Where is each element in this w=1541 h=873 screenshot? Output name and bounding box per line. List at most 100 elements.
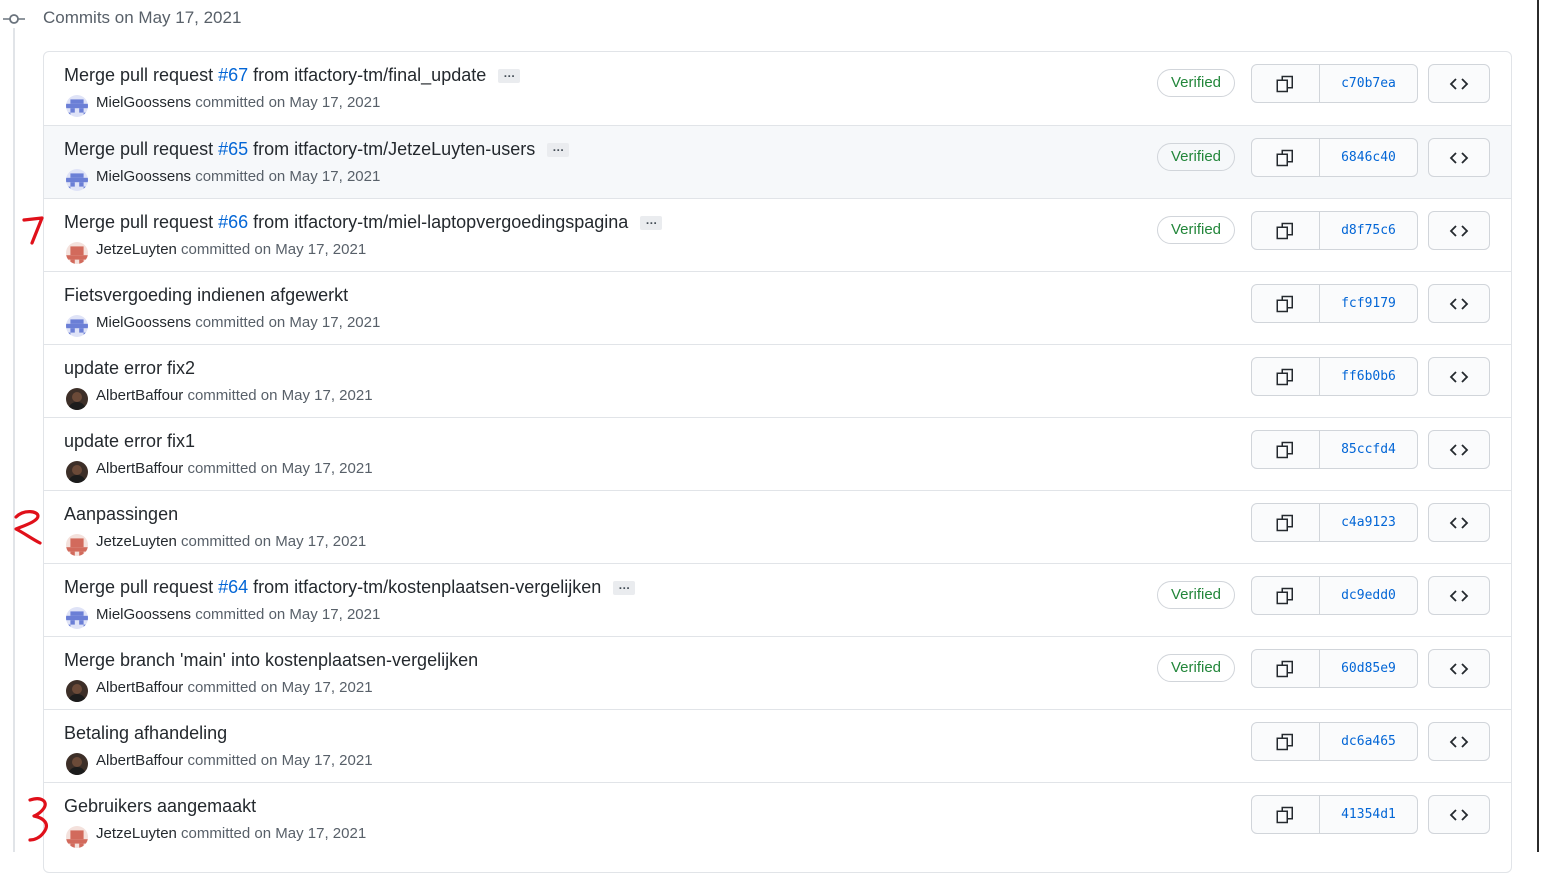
author-link[interactable]: AlbertBaffour	[96, 460, 183, 477]
commit-message[interactable]: update error fix2	[64, 358, 195, 379]
commit-message[interactable]: Gebruikers aangemaakt	[64, 796, 256, 817]
verified-badge[interactable]: Verified	[1157, 216, 1235, 244]
copy-sha-button[interactable]	[1252, 358, 1320, 395]
copy-sha-button[interactable]	[1252, 212, 1320, 249]
commit-row: Aanpassingen JetzeLuyten committed on Ma…	[44, 490, 1511, 563]
browse-repo-button[interactable]	[1428, 503, 1490, 542]
author-link[interactable]: MielGoossens	[96, 94, 191, 111]
commit-sha-link[interactable]: c4a9123	[1320, 504, 1417, 541]
sha-button-group: 6846c40	[1251, 138, 1418, 177]
commit-row: Merge pull request #67 from itfactory-tm…	[44, 52, 1511, 125]
pull-request-link[interactable]: #66	[218, 212, 248, 232]
copy-icon	[1276, 75, 1293, 92]
browse-repo-button[interactable]	[1428, 430, 1490, 469]
author-link[interactable]: AlbertBaffour	[96, 679, 183, 696]
verified-badge[interactable]: Verified	[1157, 143, 1235, 171]
copy-sha-button[interactable]	[1252, 285, 1320, 322]
commit-sha-link[interactable]: c70b7ea	[1320, 65, 1417, 102]
copy-icon	[1276, 295, 1293, 312]
code-icon	[1449, 297, 1469, 310]
commit-sha-link[interactable]: 60d85e9	[1320, 650, 1417, 687]
commit-sha-link[interactable]: dc6a465	[1320, 723, 1417, 760]
pull-request-link[interactable]: #65	[218, 139, 248, 159]
commit-sha-link[interactable]: ff6b0b6	[1320, 358, 1417, 395]
browse-repo-button[interactable]	[1428, 357, 1490, 396]
commit-message[interactable]: Merge branch 'main' into kostenplaatsen-…	[64, 650, 478, 671]
author-link[interactable]: AlbertBaffour	[96, 387, 183, 404]
commit-sha-link[interactable]: 41354d1	[1320, 796, 1417, 833]
commit-message[interactable]: Merge pull request #66 from itfactory-tm…	[64, 212, 663, 233]
commit-meta: JetzeLuyten committed on May 17, 2021	[96, 241, 367, 258]
pull-request-link[interactable]: #64	[218, 577, 248, 597]
commit-meta: AlbertBaffour committed on May 17, 2021	[96, 679, 373, 696]
author-link[interactable]: JetzeLuyten	[96, 825, 177, 842]
browse-repo-button[interactable]	[1428, 211, 1490, 250]
handwritten-annotation-1	[22, 216, 44, 245]
commit-message[interactable]: Betaling afhandeling	[64, 723, 227, 744]
copy-icon	[1276, 587, 1293, 604]
browse-repo-button[interactable]	[1428, 64, 1490, 103]
browse-repo-button[interactable]	[1428, 795, 1490, 834]
browse-repo-button[interactable]	[1428, 138, 1490, 177]
sha-button-group: ff6b0b6	[1251, 357, 1418, 396]
copy-sha-button[interactable]	[1252, 650, 1320, 687]
copy-sha-button[interactable]	[1252, 139, 1320, 176]
code-icon	[1449, 443, 1469, 456]
commit-sha-link[interactable]: d8f75c6	[1320, 212, 1417, 249]
copy-sha-button[interactable]	[1252, 723, 1320, 760]
author-link[interactable]: JetzeLuyten	[96, 533, 177, 550]
author-link[interactable]: MielGoossens	[96, 168, 191, 185]
verified-badge[interactable]: Verified	[1157, 69, 1235, 97]
commit-row: Gebruikers aangemaakt JetzeLuyten commit…	[44, 782, 1511, 855]
commit-sha-link[interactable]: fcf9179	[1320, 285, 1417, 322]
copy-sha-button[interactable]	[1252, 431, 1320, 468]
code-icon	[1449, 589, 1469, 602]
commit-sha-link[interactable]: 85ccfd4	[1320, 431, 1417, 468]
commit-row: Betaling afhandeling AlbertBaffour commi…	[44, 709, 1511, 782]
commit-sha-link[interactable]: dc9edd0	[1320, 577, 1417, 614]
sha-button-group: dc6a465	[1251, 722, 1418, 761]
commit-sha-link[interactable]: 6846c40	[1320, 139, 1417, 176]
code-icon	[1449, 151, 1469, 164]
commit-message[interactable]: Fietsvergoeding indienen afgewerkt	[64, 285, 348, 306]
commit-message[interactable]: Merge pull request #65 from itfactory-tm…	[64, 139, 570, 160]
author-link[interactable]: MielGoossens	[96, 314, 191, 331]
commit-row: update error fix1 AlbertBaffour committe…	[44, 417, 1511, 490]
code-icon	[1449, 516, 1469, 529]
commits-date-header: Commits on May 17, 2021	[43, 8, 242, 27]
browse-repo-button[interactable]	[1428, 722, 1490, 761]
browse-repo-button[interactable]	[1428, 649, 1490, 688]
sha-button-group: c70b7ea	[1251, 64, 1418, 103]
commit-meta: AlbertBaffour committed on May 17, 2021	[96, 752, 373, 769]
timeline-line	[13, 28, 15, 852]
code-icon	[1449, 224, 1469, 237]
verified-badge[interactable]: Verified	[1157, 654, 1235, 682]
commit-message[interactable]: update error fix1	[64, 431, 195, 452]
expand-message-button[interactable]: …	[547, 141, 570, 158]
code-icon	[1449, 808, 1469, 821]
pull-request-link[interactable]: #67	[218, 65, 248, 85]
expand-message-button[interactable]: …	[613, 579, 636, 596]
sha-button-group: 60d85e9	[1251, 649, 1418, 688]
browse-repo-button[interactable]	[1428, 576, 1490, 615]
commit-row: update error fix2 AlbertBaffour committe…	[44, 344, 1511, 417]
handwritten-annotation-3	[28, 797, 48, 842]
verified-badge[interactable]: Verified	[1157, 581, 1235, 609]
copy-sha-button[interactable]	[1252, 504, 1320, 541]
commit-meta: AlbertBaffour committed on May 17, 2021	[96, 460, 373, 477]
browse-repo-button[interactable]	[1428, 284, 1490, 323]
commit-message[interactable]: Merge pull request #64 from itfactory-tm…	[64, 577, 636, 598]
commit-row: Merge pull request #66 from itfactory-tm…	[44, 198, 1511, 271]
author-link[interactable]: AlbertBaffour	[96, 752, 183, 769]
commit-message[interactable]: Aanpassingen	[64, 504, 178, 525]
git-commit-icon	[3, 11, 25, 27]
expand-message-button[interactable]: …	[640, 214, 663, 231]
expand-message-button[interactable]: …	[498, 67, 521, 84]
copy-icon	[1276, 222, 1293, 239]
author-link[interactable]: JetzeLuyten	[96, 241, 177, 258]
copy-sha-button[interactable]	[1252, 577, 1320, 614]
commit-message[interactable]: Merge pull request #67 from itfactory-tm…	[64, 65, 521, 86]
copy-sha-button[interactable]	[1252, 796, 1320, 833]
author-link[interactable]: MielGoossens	[96, 606, 191, 623]
copy-sha-button[interactable]	[1252, 65, 1320, 102]
